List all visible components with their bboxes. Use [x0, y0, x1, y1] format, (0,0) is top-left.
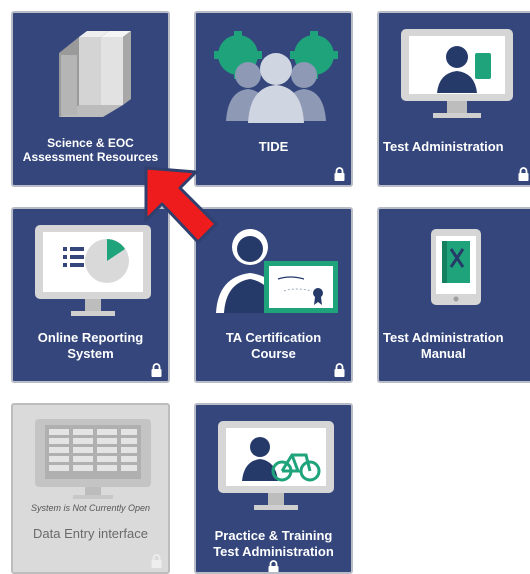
tile-label: TIDE — [196, 139, 351, 155]
tile-label-text: TIDE — [258, 139, 289, 154]
tile-label: Test Administration — [383, 139, 504, 155]
tile-label: Science & EOC Assessment Resources — [13, 136, 168, 165]
tile-label: Data Entry interface — [13, 526, 168, 542]
lock-icon — [334, 167, 345, 181]
tile-practice-training-test-administration[interactable]: Practice & Training Test Administration — [194, 403, 353, 574]
lock-icon — [151, 363, 162, 377]
people-group-icon — [214, 31, 338, 123]
tile-tide[interactable]: TIDE — [194, 11, 353, 187]
monitor-chart-icon — [35, 225, 151, 316]
monitor-table-icon — [35, 419, 151, 499]
monitor-user-icon — [401, 29, 513, 118]
tile-label-line2: Test Administration — [213, 543, 334, 559]
tile-label-text: Test Administration — [383, 139, 504, 154]
tile-data-entry-interface: System is Not Currently Open Data Entry … — [11, 403, 170, 574]
tile-label-line2: Course — [251, 345, 296, 361]
tile-label-line2: System — [67, 345, 114, 361]
books-icon — [59, 31, 131, 117]
tile-label-line1: Science & EOC — [47, 136, 134, 150]
tile-test-administration-manual[interactable]: Test Administration Manual — [377, 207, 530, 383]
tile-label-line2: Manual — [420, 345, 466, 361]
tile-label: Test Administration Manual — [383, 330, 504, 361]
tile-label: TA Certification Course — [196, 330, 351, 361]
tile-test-administration[interactable]: Test Administration — [377, 11, 530, 187]
monitor-bike-icon — [218, 421, 334, 510]
tile-science-eoc-resources[interactable]: Science & EOC Assessment Resources — [11, 11, 170, 187]
tablet-book-icon — [431, 229, 481, 305]
lock-icon — [151, 554, 162, 568]
status-note: System is Not Currently Open — [30, 503, 151, 513]
tile-label: Practice & Training Test Administration — [196, 528, 351, 559]
red-arrow-icon — [144, 166, 218, 244]
tile-label-line1: TA Certification — [225, 330, 322, 345]
tile-label-line1: Online Reporting — [37, 330, 144, 345]
tile-label-line1: Test Administration — [383, 330, 504, 345]
lock-icon — [268, 560, 279, 572]
tile-label-text: Data Entry interface — [33, 526, 148, 541]
lock-icon — [518, 167, 529, 181]
tile-label-line1: Practice & Training — [214, 528, 333, 543]
lock-icon — [334, 363, 345, 377]
tile-label: Online Reporting System — [13, 330, 168, 361]
